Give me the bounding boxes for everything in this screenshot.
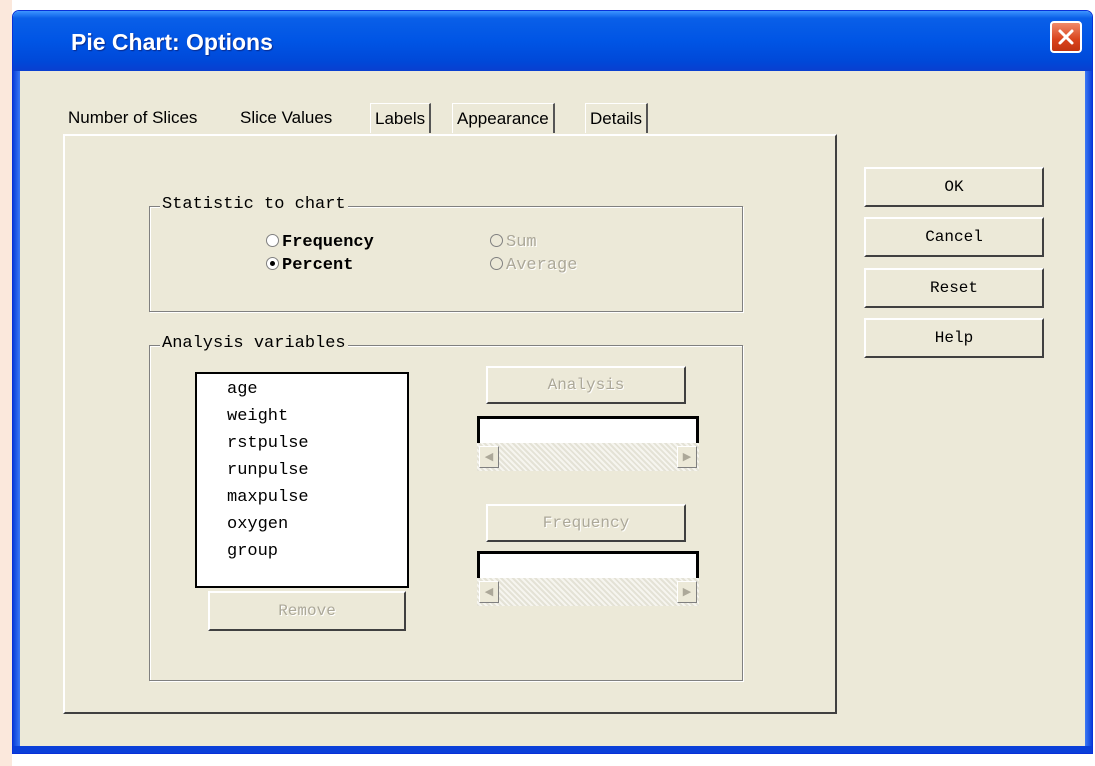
window-frame-right (1085, 71, 1092, 753)
frequency-button[interactable]: Frequency (486, 504, 686, 542)
analysis-button[interactable]: Analysis (486, 366, 686, 404)
arrow-right-icon[interactable]: ▶ (677, 446, 697, 468)
radio-percent[interactable]: Percent (266, 255, 353, 277)
reset-button[interactable]: Reset (864, 268, 1044, 308)
list-item[interactable]: weight (227, 407, 288, 426)
window-frame-left (13, 71, 20, 753)
analysis-scrollbar[interactable]: ◀ ▶ (477, 443, 699, 471)
dialog-client-area: Number of Slices Slice Values Labels App… (20, 71, 1085, 746)
arrow-left-icon[interactable]: ◀ (479, 581, 499, 603)
list-item[interactable]: oxygen (227, 515, 288, 534)
window-frame-bottom (13, 746, 1092, 753)
radio-sum-label: Sum (506, 233, 537, 252)
radio-icon (490, 257, 503, 270)
cancel-button[interactable]: Cancel (864, 217, 1044, 257)
statistic-groupbox: Statistic to chart Frequency Percent Sum… (149, 195, 743, 312)
radio-percent-label: Percent (282, 256, 354, 275)
radio-average: Average (490, 255, 577, 277)
list-item[interactable]: age (227, 380, 258, 399)
close-button[interactable] (1050, 21, 1082, 53)
remove-button[interactable]: Remove (208, 591, 406, 631)
frequency-scrollbar[interactable]: ◀ ▶ (477, 578, 699, 606)
window-title: Pie Chart: Options (71, 29, 273, 55)
arrow-right-icon[interactable]: ▶ (677, 581, 697, 603)
frequency-input[interactable] (477, 551, 699, 581)
radio-icon (266, 234, 279, 247)
tab-panel-slice-values: Statistic to chart Frequency Percent Sum… (63, 134, 837, 714)
tab-labels[interactable]: Labels (370, 103, 432, 133)
analysis-variables-listbox[interactable]: age weight rstpulse runpulse maxpulse ox… (195, 372, 409, 588)
arrow-left-icon[interactable]: ◀ (479, 446, 499, 468)
radio-frequency-label: Frequency (282, 233, 374, 252)
tab-details[interactable]: Details (585, 103, 648, 133)
list-item[interactable]: rstpulse (227, 434, 309, 453)
help-button[interactable]: Help (864, 318, 1044, 358)
title-bar[interactable]: Pie Chart: Options (13, 11, 1092, 71)
radio-icon (490, 234, 503, 247)
ok-button[interactable]: OK (864, 167, 1044, 207)
pie-chart-options-dialog: Pie Chart: Options Number of Slices Slic… (12, 10, 1093, 754)
radio-average-label: Average (506, 256, 578, 275)
tab-number-of-slices[interactable]: Number of Slices (64, 103, 201, 133)
close-icon (1058, 29, 1074, 45)
list-item[interactable]: group (227, 542, 278, 561)
frequency-field[interactable]: ◀ ▶ (477, 551, 699, 609)
analysis-legend: Analysis variables (160, 334, 348, 353)
analysis-input[interactable] (477, 416, 699, 446)
radio-frequency[interactable]: Frequency (266, 232, 374, 254)
statistic-legend: Statistic to chart (160, 195, 348, 214)
radio-icon (266, 257, 279, 270)
radio-sum: Sum (490, 232, 537, 254)
analysis-field[interactable]: ◀ ▶ (477, 416, 699, 474)
list-item[interactable]: runpulse (227, 461, 309, 480)
background-strip (0, 0, 12, 766)
tab-slice-values[interactable]: Slice Values (236, 103, 336, 133)
tab-appearance[interactable]: Appearance (452, 103, 555, 133)
list-item[interactable]: maxpulse (227, 488, 309, 507)
